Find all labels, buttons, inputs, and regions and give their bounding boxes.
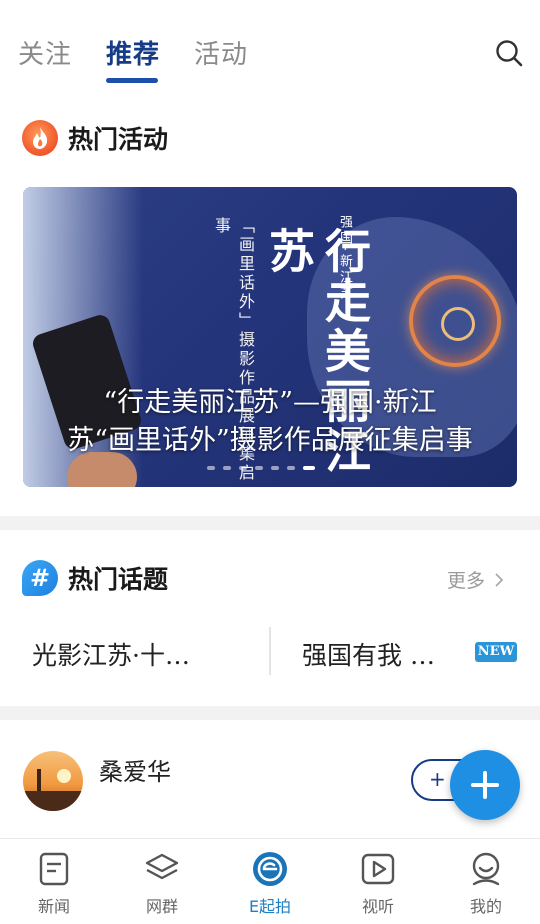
nav-label: 我的 bbox=[469, 897, 502, 916]
create-post-button[interactable] bbox=[450, 750, 520, 820]
play-icon bbox=[361, 853, 395, 885]
more-label: 更多 bbox=[447, 570, 486, 592]
active-tab-indicator bbox=[106, 78, 158, 83]
hot-activities-title: 热门活动 bbox=[68, 125, 169, 154]
plus-icon bbox=[471, 771, 499, 799]
topic-item[interactable]: 强国有我 … bbox=[302, 636, 435, 672]
tab-follow[interactable]: 关注 bbox=[18, 34, 72, 71]
layers-icon bbox=[145, 853, 179, 880]
banner-pagination bbox=[207, 466, 315, 470]
avatar[interactable] bbox=[23, 751, 83, 811]
banner-vertical-tag: 强国·新江苏 bbox=[337, 215, 352, 303]
fire-icon bbox=[22, 120, 58, 156]
pagination-dot[interactable] bbox=[303, 466, 315, 470]
nav-groups[interactable]: 网群 bbox=[108, 839, 216, 924]
activity-banner[interactable]: 「画里话外」摄影作品展征集启事 行走美丽江苏 强国·新江苏 “行走美丽江苏”—强… bbox=[23, 187, 517, 487]
hot-topics-title: 热门话题 bbox=[68, 565, 169, 594]
tab-activity[interactable]: 活动 bbox=[194, 34, 248, 71]
banner-caption-line2: 苏“画里话外”摄影作品展征集启事 bbox=[67, 425, 473, 456]
new-badge: NEW bbox=[475, 642, 517, 662]
chevron-right-icon bbox=[495, 572, 504, 587]
top-tab-bar: 关注 推荐 活动 bbox=[0, 0, 540, 100]
more-topics-link[interactable]: 更多 bbox=[447, 566, 507, 593]
lens-graphic bbox=[409, 275, 501, 367]
nav-media[interactable]: 视听 bbox=[324, 839, 432, 924]
nav-e-camera[interactable]: E起拍 bbox=[216, 839, 324, 924]
pagination-dot[interactable] bbox=[223, 466, 231, 470]
e-camera-icon bbox=[253, 852, 287, 886]
nav-profile[interactable]: 我的 bbox=[432, 839, 540, 924]
nav-news[interactable]: 新闻 bbox=[0, 839, 108, 924]
news-icon bbox=[39, 852, 69, 886]
pagination-dot[interactable] bbox=[207, 466, 215, 470]
topic-item[interactable]: 光影江苏·十… bbox=[32, 636, 190, 672]
hot-topics-header: # 热门话题 bbox=[22, 560, 168, 596]
banner-caption-line1: “行走美丽江苏”—强国·新江 bbox=[103, 387, 437, 418]
bottom-nav: 新闻 网群 E起拍 视听 我的 bbox=[0, 838, 540, 924]
pagination-dot[interactable] bbox=[271, 466, 279, 470]
section-divider bbox=[0, 516, 540, 530]
search-icon[interactable] bbox=[494, 38, 524, 68]
pagination-dot[interactable] bbox=[239, 466, 247, 470]
topic-separator bbox=[269, 627, 271, 675]
hash-icon: # bbox=[22, 560, 58, 596]
post-user-name[interactable]: 桑爱华 bbox=[99, 752, 171, 787]
nav-label: 网群 bbox=[145, 897, 178, 916]
section-divider bbox=[0, 706, 540, 720]
pagination-dot[interactable] bbox=[287, 466, 295, 470]
pagination-dot[interactable] bbox=[255, 466, 263, 470]
tab-recommend[interactable]: 推荐 bbox=[106, 34, 160, 71]
nav-label: 视听 bbox=[361, 897, 394, 916]
nav-label: 新闻 bbox=[37, 897, 70, 916]
profile-icon bbox=[472, 852, 500, 886]
nav-label: E起拍 bbox=[248, 897, 292, 916]
hot-activities-header: 热门活动 bbox=[22, 120, 168, 156]
